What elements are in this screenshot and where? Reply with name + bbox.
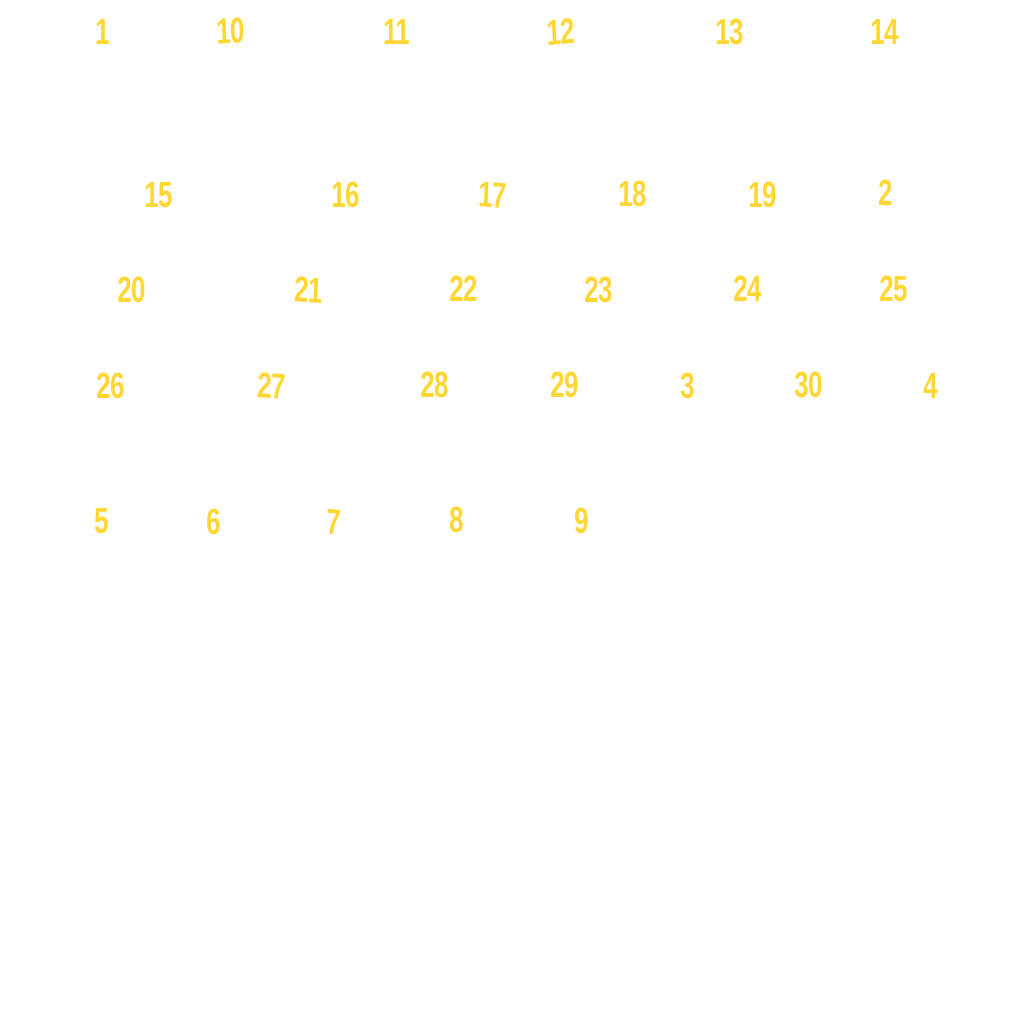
- number-label: 10: [215, 9, 245, 52]
- number-label: 4: [923, 365, 937, 406]
- number-label: 3: [680, 365, 694, 406]
- number-label: 17: [477, 173, 507, 216]
- number-label: 28: [420, 364, 448, 405]
- number-label: 22: [449, 268, 477, 309]
- number-label: 1: [95, 11, 109, 52]
- number-label: 20: [117, 269, 145, 310]
- number-label: 11: [383, 11, 410, 52]
- number-canvas: 1 10 11 12 13 14 15 16 17 18 19 2 20 21 …: [0, 0, 1024, 1024]
- number-label: 25: [879, 268, 907, 309]
- number-label: 7: [325, 500, 341, 543]
- number-label: 13: [715, 11, 743, 52]
- number-label: 16: [331, 174, 359, 215]
- number-label: 29: [550, 364, 578, 405]
- number-label: 19: [748, 174, 776, 215]
- number-label: 9: [574, 500, 588, 541]
- number-label: 24: [733, 268, 761, 309]
- number-label: 12: [545, 9, 575, 54]
- number-label: 18: [618, 173, 646, 214]
- number-label: 2: [878, 172, 892, 213]
- number-label: 30: [794, 364, 822, 405]
- number-label: 8: [449, 499, 463, 540]
- number-label: 14: [870, 11, 898, 52]
- number-label: 26: [96, 365, 124, 406]
- number-label: 27: [256, 364, 286, 407]
- number-label: 5: [94, 500, 108, 541]
- number-label: 23: [584, 269, 612, 310]
- number-label: 15: [144, 174, 172, 215]
- number-label: 21: [293, 268, 323, 311]
- number-label: 6: [206, 501, 220, 542]
